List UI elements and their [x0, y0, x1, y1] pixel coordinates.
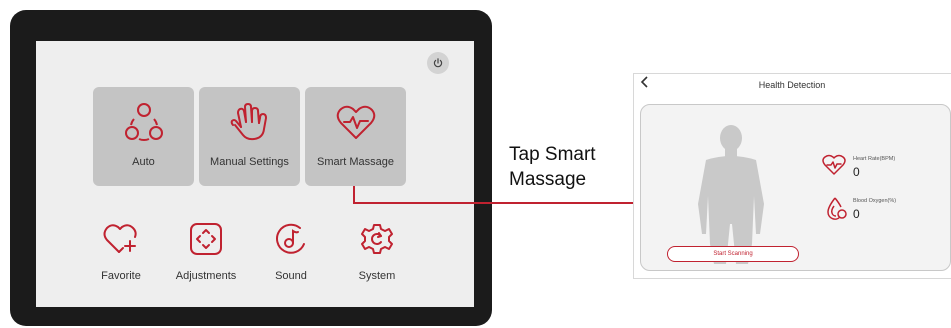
- blood-oxygen-label: Blood Oxygen(%): [853, 198, 897, 204]
- heart-rate-label: Heart Rate(BPM): [853, 156, 896, 162]
- heart-rate-value: 0: [853, 165, 860, 179]
- health-detection-title: Health Detection: [758, 80, 826, 90]
- blood-oxygen-value: 0: [853, 207, 860, 221]
- blood-oxygen-icon: [827, 197, 847, 220]
- body-silhouette: [698, 125, 764, 264]
- start-scanning-button[interactable]: Start Scanning: [667, 246, 799, 262]
- heart-rate-icon: [822, 154, 846, 175]
